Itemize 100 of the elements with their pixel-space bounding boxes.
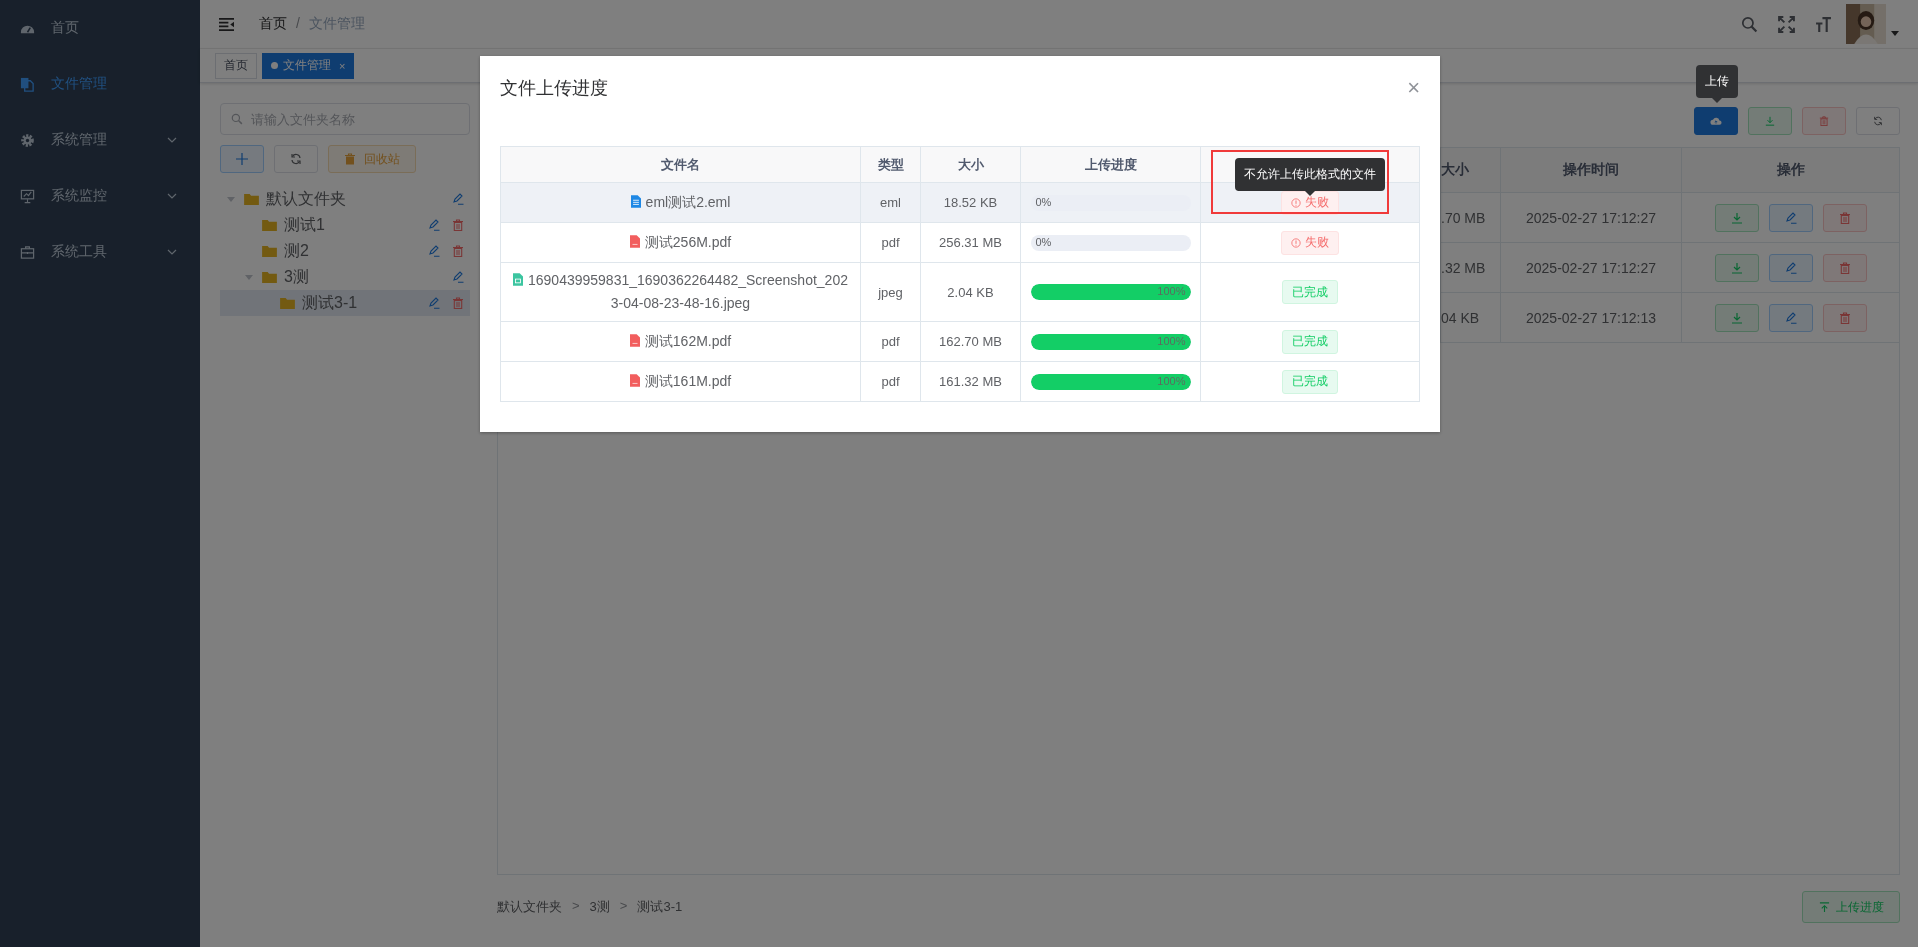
status-tag: 已完成 <box>1282 329 1338 354</box>
table-cell: 04 KB <box>1441 293 1501 342</box>
file-type: pdf <box>881 374 900 389</box>
progress-text: 100% <box>1157 374 1186 387</box>
warning-icon <box>1291 237 1301 248</box>
tree-node[interactable]: 默认文件夹 <box>220 186 470 212</box>
add-button[interactable] <box>220 145 264 173</box>
upload-icon <box>1818 901 1830 913</box>
progress-text: 100% <box>1157 334 1186 347</box>
sidebar-item[interactable]: 系统管理 <box>0 112 200 168</box>
edit-icon <box>428 245 440 257</box>
status-tag: 失败 <box>1281 230 1339 255</box>
file-name: 1690439959831_1690362264482_Screenshot_2023-04-08-23-48-16.jpeg <box>528 272 848 311</box>
tree-node[interactable]: 测2 <box>220 238 470 264</box>
edit-button[interactable] <box>1768 203 1813 232</box>
font-size-icon <box>1815 15 1832 33</box>
table-cell: .32 MB <box>1441 243 1501 292</box>
progress-text: 0% <box>1035 195 1052 208</box>
edit-button[interactable] <box>1768 253 1813 282</box>
upload-button[interactable] <box>1694 107 1738 135</box>
download-button[interactable] <box>1714 253 1759 282</box>
pdf-file-icon <box>629 235 640 248</box>
refresh-button[interactable] <box>274 145 318 173</box>
tooltip-arrow <box>1305 191 1315 196</box>
monitor-icon <box>20 188 35 204</box>
table-cell: 2025-02-27 17:12:27 <box>1501 193 1682 242</box>
status-tag: 已完成 <box>1282 280 1338 304</box>
file-size: 18.52 KB <box>943 195 998 210</box>
folder-icon <box>262 271 277 283</box>
menu-icon[interactable] <box>218 16 235 32</box>
folder-icon <box>262 245 277 257</box>
sidebar-item[interactable]: 首页 <box>0 0 200 56</box>
file-size: 2.04 KB <box>947 284 994 300</box>
dropdown-caret-icon[interactable] <box>1890 28 1900 38</box>
expand-arrow-icon[interactable] <box>226 194 236 204</box>
edit-icon <box>1784 261 1797 274</box>
status-dot <box>271 62 278 69</box>
warning-icon <box>1291 197 1301 208</box>
edit-button[interactable] <box>1768 303 1813 332</box>
trash-icon <box>344 153 356 165</box>
tree-node[interactable]: 测试1 <box>220 212 470 238</box>
path-separator: > <box>572 898 580 915</box>
recycle-bin-button[interactable]: 回收站 <box>328 145 416 173</box>
delete-icon <box>452 219 464 231</box>
folder-icon <box>244 193 259 205</box>
path-item[interactable]: 测试3-1 <box>637 898 683 916</box>
search-icon <box>1741 15 1758 33</box>
path-separator: > <box>619 898 628 915</box>
page-tab[interactable]: 文件管理 × <box>262 52 355 79</box>
table-cell: 2025-02-27 17:12:13 <box>1501 293 1682 342</box>
trash-icon <box>1818 116 1830 126</box>
tree-node[interactable]: 3测 <box>220 264 470 290</box>
file-type: eml <box>880 195 901 210</box>
pdf-file-icon <box>629 334 640 347</box>
sidebar-item[interactable]: 系统监控 <box>0 168 200 224</box>
gear-icon <box>20 132 35 148</box>
download-icon <box>1730 261 1743 274</box>
file-type: jpeg <box>878 284 903 300</box>
close-tab-button[interactable]: × <box>339 59 346 72</box>
progress-text: 100% <box>1157 285 1186 297</box>
path-item[interactable]: 默认文件夹 <box>497 898 562 916</box>
tooltip-arrow <box>1712 98 1722 103</box>
progress-text: 0% <box>1035 235 1052 248</box>
search-icon <box>231 113 243 125</box>
pdf-file-icon <box>629 374 640 387</box>
trash-icon <box>1838 311 1851 324</box>
refresh-button[interactable] <box>1856 107 1900 135</box>
edit-icon <box>1784 211 1797 224</box>
sidebar-item[interactable]: 文件管理 <box>0 56 200 112</box>
edit-icon <box>452 271 464 283</box>
table-cell: .70 MB <box>1441 193 1501 242</box>
download-icon <box>1730 211 1743 224</box>
delete-button[interactable] <box>1802 107 1846 135</box>
column-header: 大小 <box>921 147 1021 182</box>
expand-arrow-icon[interactable] <box>244 272 254 282</box>
dialog-title: 文件上传进度 <box>500 77 608 100</box>
tree-node[interactable]: 测试3-1 <box>220 290 470 316</box>
file-name: 测试162M.pdf <box>644 333 732 349</box>
fullscreen-icon <box>1778 15 1795 33</box>
page-tab[interactable]: 首页 <box>215 52 257 79</box>
file-type: pdf <box>881 334 900 349</box>
plus-icon <box>236 153 248 165</box>
delete-button[interactable] <box>1822 203 1867 232</box>
file-name: eml测试2.eml <box>645 194 731 210</box>
download-button[interactable] <box>1748 107 1792 135</box>
close-button[interactable]: × <box>1407 77 1420 99</box>
breadcrumb-item[interactable]: 首页 <box>259 15 287 33</box>
delete-button[interactable] <box>1822 303 1867 332</box>
sidebar-item[interactable]: 系统工具 <box>0 224 200 280</box>
download-button[interactable] <box>1714 303 1759 332</box>
toolbox-icon <box>20 244 35 260</box>
trash-icon <box>1838 261 1851 274</box>
file-size: 256.31 MB <box>939 235 1002 250</box>
path-item[interactable]: 3测 <box>589 898 610 916</box>
document-file-icon <box>630 195 641 208</box>
download-button[interactable] <box>1714 203 1759 232</box>
file-size: 161.32 MB <box>939 374 1002 389</box>
delete-button[interactable] <box>1822 253 1867 282</box>
upload-progress-button[interactable]: 上传进度 <box>1802 891 1900 923</box>
table-cell: 2025-02-27 17:12:27 <box>1501 243 1682 292</box>
